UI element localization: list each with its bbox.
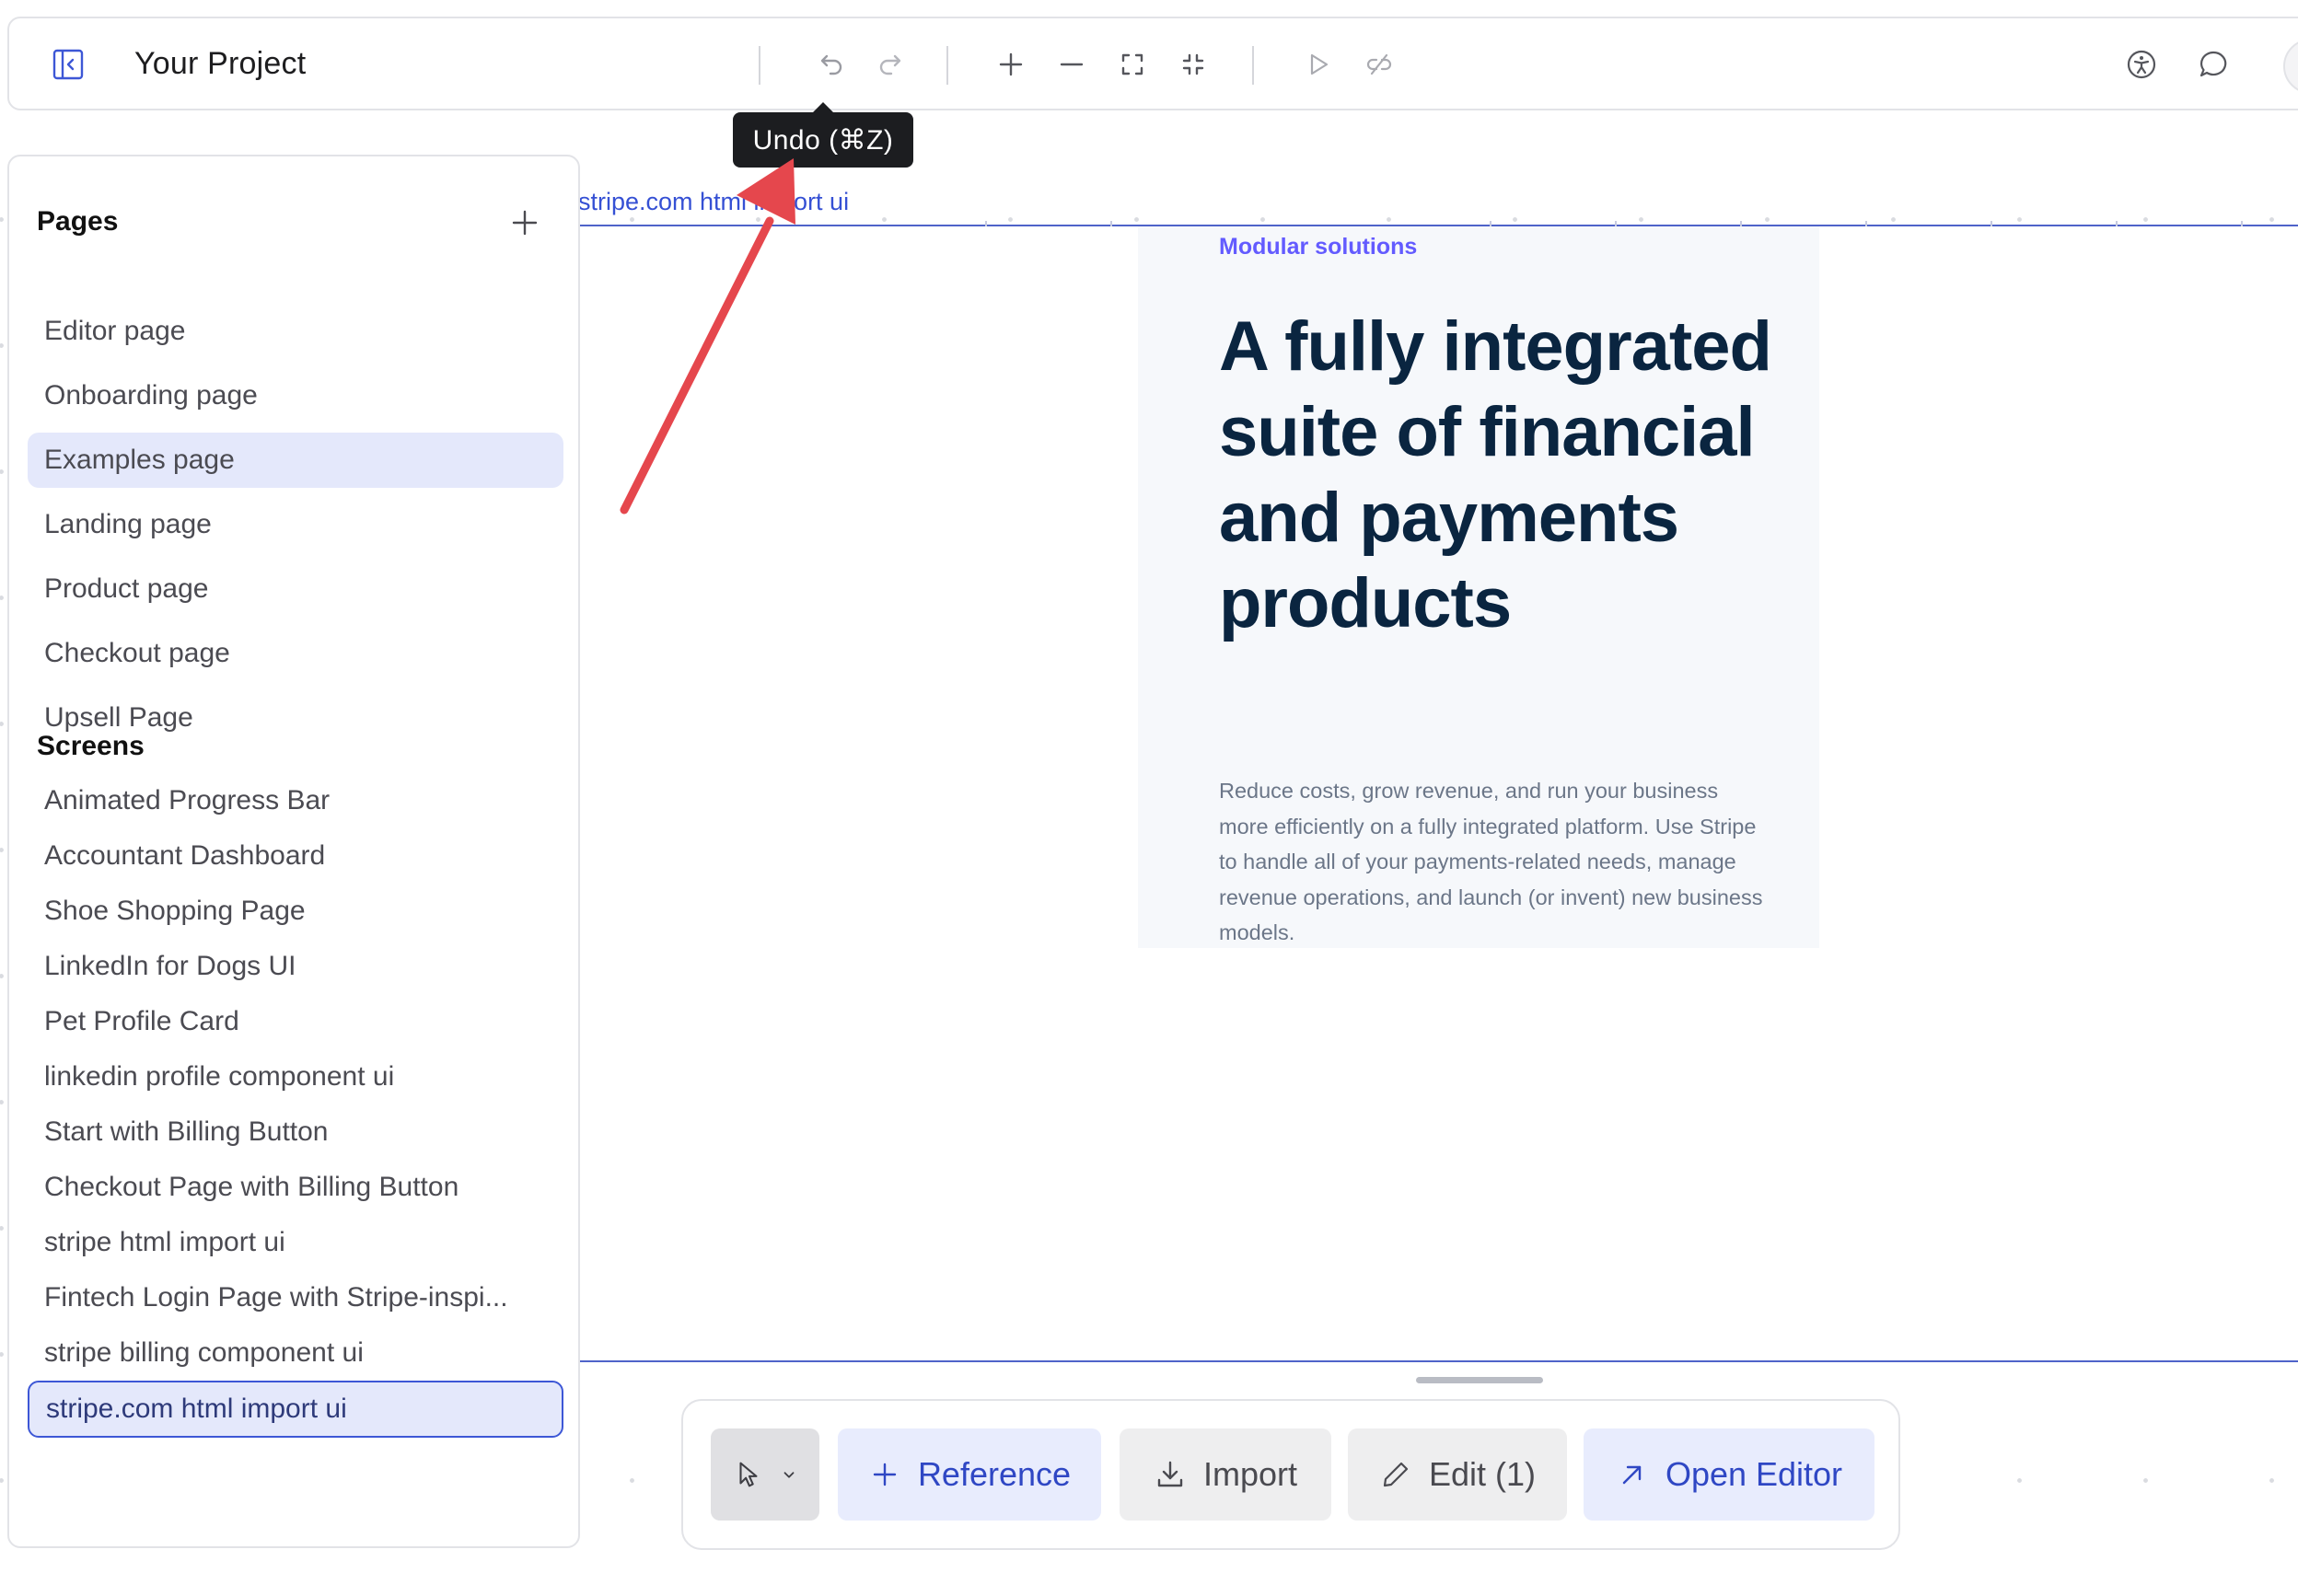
page-item[interactable]: Onboarding page	[28, 368, 563, 423]
cursor-icon	[739, 1462, 758, 1487]
screen-item[interactable]: Pet Profile Card	[28, 994, 563, 1049]
accessibility-icon	[2127, 50, 2156, 79]
chevron-down-icon	[783, 1472, 795, 1478]
page-item[interactable]: Editor page	[28, 304, 563, 359]
plus-icon	[999, 52, 1023, 76]
preview-play-button[interactable]	[1294, 40, 1342, 88]
screen-item[interactable]: LinkedIn for Dogs UI	[28, 939, 563, 994]
screen-item[interactable]: Start with Billing Button	[28, 1104, 563, 1160]
plus-icon	[873, 1463, 897, 1486]
play-icon	[1310, 53, 1329, 75]
add-page-button[interactable]	[506, 204, 543, 241]
unlink-button[interactable]	[1355, 40, 1403, 88]
screen-item[interactable]: Checkout Page with Billing Button	[28, 1160, 563, 1215]
resize-handle[interactable]	[1416, 1377, 1543, 1383]
undo-button[interactable]	[807, 40, 854, 88]
page-item[interactable]: Product page	[28, 561, 563, 617]
toolbar-divider	[1252, 46, 1254, 85]
artboard-bottom-border	[580, 1360, 2298, 1362]
screen-item[interactable]: stripe html import ui	[28, 1215, 563, 1270]
edit-label: Edit (1)	[1428, 1455, 1537, 1493]
ruler-tick	[985, 221, 987, 226]
screen-item[interactable]: stripe billing component ui	[28, 1325, 563, 1381]
screen-item[interactable]: linkedin profile component ui	[28, 1049, 563, 1104]
open-editor-button[interactable]: Open Editor	[1584, 1428, 1874, 1521]
top-toolbar: Your Project	[7, 17, 2298, 110]
select-tool-button[interactable]	[711, 1428, 819, 1521]
zoom-in-button[interactable]	[987, 40, 1035, 88]
collapse-icon	[1182, 53, 1204, 75]
ruler-tick	[1865, 221, 1867, 226]
page-item[interactable]: Checkout page	[28, 626, 563, 681]
bottom-toolbar: Reference Import Edit (1) Open Editor	[681, 1399, 1900, 1550]
edit-button[interactable]: Edit (1)	[1348, 1428, 1567, 1521]
page-item-selected[interactable]: Examples page	[28, 433, 563, 488]
hero-eyebrow: Modular solutions	[1219, 234, 1418, 260]
open-editor-label: Open Editor	[1665, 1455, 1843, 1493]
accessibility-button[interactable]	[2118, 40, 2165, 88]
screen-item[interactable]: Fintech Login Page with Stripe-inspi...	[28, 1270, 563, 1325]
chat-bubble-icon	[2199, 51, 2227, 77]
avatar[interactable]	[2283, 39, 2298, 94]
arrow-up-right-icon	[1622, 1465, 1642, 1485]
screen-item[interactable]: Animated Progress Bar	[28, 773, 563, 828]
screen-item[interactable]: Shoe Shopping Page	[28, 884, 563, 939]
hero-headline: A fully integrated suite of financial an…	[1219, 307, 1772, 642]
screen-item-selected[interactable]: stripe.com html import ui	[28, 1381, 563, 1438]
comments-button[interactable]	[2189, 40, 2237, 88]
screen-item[interactable]: Accountant Dashboard	[28, 828, 563, 884]
pages-panel: Pages Editor page Onboarding page Exampl…	[7, 155, 580, 1548]
undo-tooltip: Undo (⌘Z)	[733, 102, 913, 168]
ruler-tick	[1990, 221, 1992, 226]
hero-description: Reduce costs, grow revenue, and run your…	[1219, 779, 1763, 944]
fit-screen-button[interactable]	[1108, 40, 1156, 88]
zoom-out-button[interactable]	[1048, 40, 1096, 88]
download-icon	[1157, 1461, 1183, 1487]
plus-icon	[512, 210, 538, 236]
reference-label: Reference	[917, 1455, 1072, 1493]
app-root: Your Project Undo (⌘Z) stripe.com html i…	[0, 0, 2298, 1596]
link-off-icon	[1366, 53, 1392, 75]
import-label: Import	[1202, 1455, 1298, 1493]
redo-button[interactable]	[867, 40, 915, 88]
minus-icon	[1060, 63, 1084, 66]
ruler-tick	[2241, 221, 2243, 226]
toggle-sidebar-button[interactable]	[44, 40, 92, 88]
ruler-tick	[2116, 221, 2118, 226]
add-reference-button[interactable]: Reference	[838, 1428, 1101, 1521]
pages-title: Pages	[37, 206, 119, 237]
hero-section[interactable]: Modular solutions A fully integrated sui…	[1138, 226, 1819, 948]
project-title[interactable]: Your Project	[134, 46, 306, 82]
undo-icon	[820, 54, 842, 75]
actual-size-button[interactable]	[1169, 40, 1217, 88]
sidebar-collapse-icon	[52, 49, 84, 80]
import-button[interactable]: Import	[1120, 1428, 1331, 1521]
pencil-icon	[1383, 1462, 1409, 1487]
artboard-label[interactable]: stripe.com html import ui	[578, 188, 849, 216]
page-item[interactable]: Landing page	[28, 497, 563, 552]
toolbar-divider	[759, 46, 760, 85]
toolbar-divider	[946, 46, 948, 85]
redo-icon	[879, 54, 901, 75]
ruler-tick	[1110, 221, 1112, 226]
expand-icon	[1121, 53, 1143, 75]
screens-title: Screens	[37, 731, 145, 761]
